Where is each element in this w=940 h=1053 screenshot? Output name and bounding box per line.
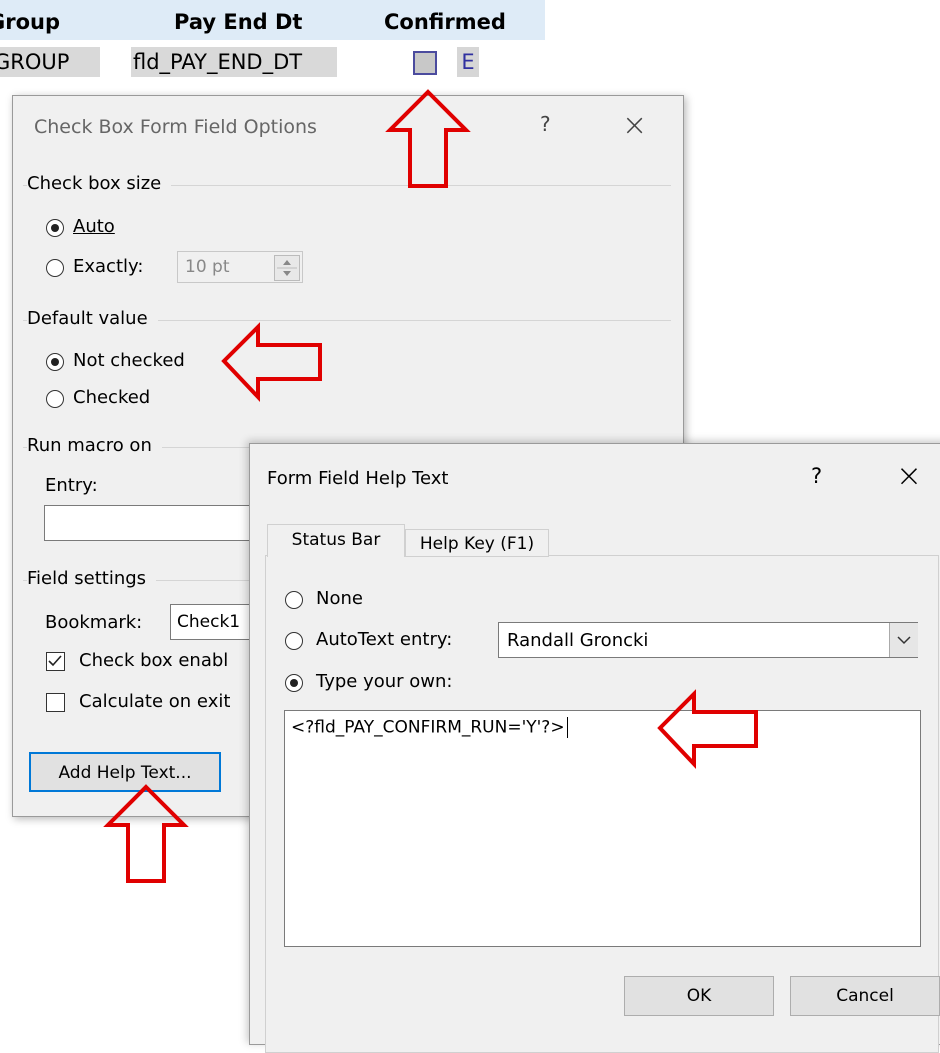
confirmed-checkbox-form-field[interactable] (413, 51, 437, 75)
none-label: None (316, 588, 363, 609)
none-radio[interactable] (285, 591, 303, 609)
auto-radio[interactable] (46, 219, 64, 237)
text-cursor (566, 717, 568, 738)
close-button[interactable]: × (896, 458, 922, 494)
exactly-label: Exactly: (73, 256, 144, 277)
close-button[interactable]: × (622, 108, 647, 143)
form-field-help-text-dialog: Form Field Help Text ? × Status Bar Help… (249, 443, 940, 1053)
group-column-header: Group (0, 10, 61, 34)
pay-end-dt-form-field[interactable]: fld_PAY_END_DT (131, 47, 337, 77)
confirmed-column-header: Confirmed (384, 10, 506, 34)
check-box-enabled-label: Check box enabl (79, 650, 229, 671)
checked-radio[interactable] (46, 390, 64, 408)
dialog-title: Check Box Form Field Options (34, 116, 317, 138)
cancel-button[interactable]: Cancel (790, 976, 940, 1016)
pay-end-dt-column-header: Pay End Dt (174, 10, 303, 34)
annotation-arrow-left-not-checked (221, 322, 322, 403)
run-macro-heading: Run macro on (27, 435, 162, 456)
dropdown-button[interactable] (889, 623, 918, 657)
help-text-area[interactable]: <?fld_PAY_CONFIRM_RUN='Y'?> (284, 710, 921, 947)
annotation-arrow-left-help-text (657, 689, 758, 770)
checked-label: Checked (73, 387, 151, 408)
calculate-on-exit-label: Calculate on exit (79, 691, 231, 712)
check-box-size-heading: Check box size (27, 173, 172, 194)
dialog-title: Form Field Help Text (267, 468, 449, 489)
not-checked-radio[interactable] (46, 353, 64, 371)
ok-button[interactable]: OK (624, 976, 774, 1016)
spin-buttons (274, 255, 300, 281)
help-text-value: <?fld_PAY_CONFIRM_RUN='Y'?> (291, 717, 568, 738)
bookmark-label: Bookmark: (45, 612, 143, 633)
exactly-radio[interactable] (46, 259, 64, 277)
default-value-heading: Default value (27, 308, 158, 329)
spin-up-down-icon (277, 260, 297, 276)
autotext-entry-label: AutoText entry: (316, 629, 453, 650)
exactly-size-spinner: 10 pt (177, 251, 303, 283)
entry-macro-combobox[interactable] (44, 505, 274, 541)
field-settings-heading: Field settings (27, 568, 157, 589)
help-button[interactable]: ? (811, 464, 822, 488)
autotext-entry-radio[interactable] (285, 632, 303, 650)
exactly-size-value: 10 pt (185, 257, 230, 277)
help-button[interactable]: ? (540, 112, 551, 136)
tab-status-bar[interactable]: Status Bar (267, 524, 405, 557)
tab-help-key[interactable]: Help Key (F1) (405, 529, 549, 557)
annotation-arrow-up-add-help (103, 784, 189, 883)
chevron-down-icon (897, 636, 911, 645)
autotext-entry-value: Randall Groncki (507, 630, 649, 651)
check-box-enabled-checkbox[interactable] (46, 652, 65, 671)
auto-label: Auto (73, 216, 115, 237)
annotation-arrow-up-confirmed (385, 89, 471, 188)
checkmark-icon (48, 655, 62, 667)
extra-form-field[interactable]: E (457, 47, 479, 77)
type-your-own-radio[interactable] (285, 674, 303, 692)
type-your-own-label: Type your own: (316, 671, 453, 692)
calculate-on-exit-checkbox[interactable] (46, 693, 65, 712)
group-form-field[interactable]: GROUP (0, 47, 100, 77)
entry-label: Entry: (45, 475, 98, 496)
autotext-entry-dropdown[interactable]: Randall Groncki (498, 622, 918, 658)
not-checked-label: Not checked (73, 350, 185, 371)
